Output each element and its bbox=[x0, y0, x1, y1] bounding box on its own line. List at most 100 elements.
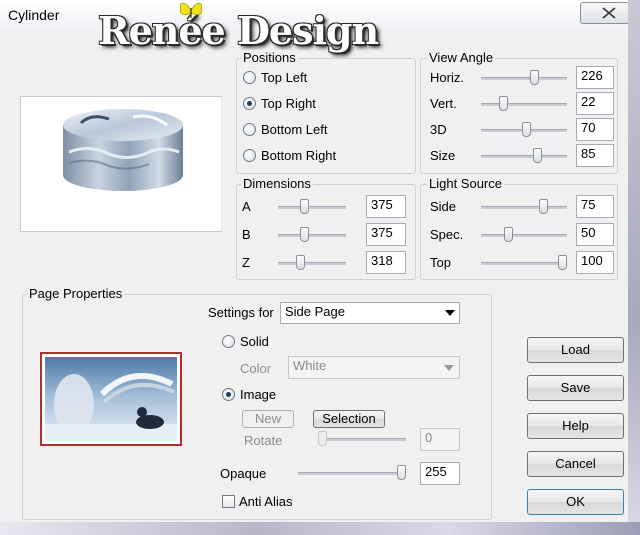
view_angle-vert-label: Vert. bbox=[430, 96, 457, 111]
settings-for-value: Side Page bbox=[285, 304, 345, 319]
view_angle-horiz-field[interactable]: 226 bbox=[576, 66, 614, 89]
position-label-top-left: Top Left bbox=[261, 70, 308, 85]
opaque-slider-track[interactable] bbox=[298, 472, 406, 475]
cancel-button[interactable]: Cancel bbox=[527, 451, 624, 477]
background-strip-bottom bbox=[0, 522, 640, 535]
opaque-field[interactable]: 255 bbox=[420, 462, 460, 485]
view_angle-vert-value: 22 bbox=[581, 94, 596, 109]
dimensions-b-slider-track[interactable] bbox=[278, 234, 346, 237]
light_source-side-label: Side bbox=[430, 199, 457, 214]
light_source-top-slider-thumb[interactable] bbox=[558, 255, 567, 270]
view_angle-size-value: 85 bbox=[581, 146, 596, 161]
solid-label: Solid bbox=[240, 334, 269, 349]
light_source-spec-slider-track[interactable] bbox=[481, 234, 567, 237]
position-label-bottom-right: Bottom Right bbox=[261, 148, 337, 163]
view_angle-vert-slider-thumb[interactable] bbox=[499, 96, 508, 111]
light_source-side-slider-thumb[interactable] bbox=[539, 199, 548, 214]
light_source-side-field[interactable]: 75 bbox=[576, 195, 614, 218]
light_source-side-slider-track[interactable] bbox=[481, 206, 567, 209]
help-button[interactable]: Help bbox=[527, 413, 624, 439]
view_angle-horiz-label: Horiz. bbox=[430, 70, 464, 85]
window-title: Cylinder bbox=[8, 7, 60, 23]
light_source-top-field[interactable]: 100 bbox=[576, 251, 614, 274]
image-radio[interactable] bbox=[222, 388, 235, 401]
dimensions-a-field[interactable]: 375 bbox=[366, 195, 406, 218]
dimensions-z-field[interactable]: 318 bbox=[366, 251, 406, 274]
view_angle-size-slider-track[interactable] bbox=[481, 155, 567, 158]
view_angle-3d-value: 70 bbox=[581, 120, 596, 135]
image-label: Image bbox=[240, 387, 277, 402]
anti-alias-checkbox[interactable] bbox=[222, 495, 235, 508]
rotate-slider-track[interactable] bbox=[318, 438, 406, 441]
light_source-side-value: 75 bbox=[581, 197, 596, 212]
light_source-spec-value: 50 bbox=[581, 225, 596, 240]
chevron-down-icon[interactable] bbox=[444, 365, 454, 371]
cylinder-preview bbox=[20, 96, 222, 232]
page-thumbnail bbox=[40, 352, 182, 446]
view-angle-label: View Angle bbox=[427, 50, 496, 65]
view_angle-size-slider-thumb[interactable] bbox=[533, 148, 542, 163]
view_angle-3d-label: 3D bbox=[430, 122, 447, 137]
page-properties-label: Page Properties bbox=[27, 286, 125, 301]
selection-button-label: Selection bbox=[322, 411, 376, 426]
dimensions-a-slider-track[interactable] bbox=[278, 206, 346, 209]
dimensions-z-label: Z bbox=[242, 255, 250, 270]
anti-alias-label: Anti Alias bbox=[239, 494, 293, 509]
position-radio-bottom-right[interactable] bbox=[243, 149, 256, 162]
dimensions-b-label: B bbox=[242, 227, 251, 242]
dimensions-b-field[interactable]: 375 bbox=[366, 223, 406, 246]
view_angle-3d-slider-thumb[interactable] bbox=[522, 122, 531, 137]
help-button-label: Help bbox=[562, 418, 589, 433]
color-dropdown[interactable]: White bbox=[288, 356, 460, 379]
ok-button[interactable]: OK bbox=[527, 489, 624, 515]
chevron-down-icon[interactable] bbox=[445, 310, 455, 316]
position-label-bottom-left: Bottom Left bbox=[261, 122, 328, 137]
dimensions-b-slider-thumb[interactable] bbox=[300, 227, 309, 242]
opaque-value: 255 bbox=[425, 464, 447, 479]
background-strip bbox=[628, 0, 640, 535]
light_source-top-label: Top bbox=[430, 255, 451, 270]
position-radio-top-left[interactable] bbox=[243, 71, 256, 84]
light_source-spec-field[interactable]: 50 bbox=[576, 223, 614, 246]
view_angle-vert-field[interactable]: 22 bbox=[576, 92, 614, 115]
cancel-button-label: Cancel bbox=[555, 456, 596, 471]
view_angle-size-field[interactable]: 85 bbox=[576, 144, 614, 167]
dimensions-a-slider-thumb[interactable] bbox=[300, 199, 309, 214]
positions-label: Positions bbox=[241, 50, 298, 65]
ok-button-label: OK bbox=[566, 494, 585, 509]
save-button-label: Save bbox=[560, 380, 591, 395]
dimensions-z-slider-thumb[interactable] bbox=[296, 255, 305, 270]
light_source-top-slider-track[interactable] bbox=[481, 262, 567, 265]
position-radio-top-right[interactable] bbox=[243, 97, 256, 110]
light-source-label: Light Source bbox=[427, 176, 504, 191]
watermark-logo: Renée Design bbox=[98, 8, 379, 53]
new-button[interactable]: New bbox=[242, 410, 294, 428]
dimensions-z-slider-track[interactable] bbox=[278, 262, 346, 265]
rotate-slider-thumb[interactable] bbox=[318, 431, 327, 446]
dimensions-label: Dimensions bbox=[241, 176, 313, 191]
view_angle-3d-field[interactable]: 70 bbox=[576, 118, 614, 141]
rotate-label: Rotate bbox=[244, 433, 283, 448]
view_angle-horiz-slider-thumb[interactable] bbox=[530, 70, 539, 85]
opaque-slider-thumb[interactable] bbox=[397, 465, 406, 480]
rotate-field[interactable]: 0 bbox=[420, 428, 460, 451]
solid-radio[interactable] bbox=[222, 335, 235, 348]
view_angle-vert-slider-track[interactable] bbox=[481, 103, 567, 106]
selection-button[interactable]: Selection bbox=[313, 410, 385, 428]
dimensions-z-value: 318 bbox=[371, 253, 393, 268]
light_source-spec-label: Spec. bbox=[430, 227, 464, 242]
view_angle-horiz-value: 226 bbox=[581, 68, 603, 83]
save-button[interactable]: Save bbox=[527, 375, 624, 401]
dimensions-a-value: 375 bbox=[371, 197, 393, 212]
light_source-top-value: 100 bbox=[581, 253, 603, 268]
dimensions-b-value: 375 bbox=[371, 225, 393, 240]
light_source-spec-slider-thumb[interactable] bbox=[504, 227, 513, 242]
load-button-label: Load bbox=[561, 342, 590, 357]
position-label-top-right: Top Right bbox=[261, 96, 316, 111]
view_angle-horiz-slider-track[interactable] bbox=[481, 77, 567, 80]
position-radio-bottom-left[interactable] bbox=[243, 123, 256, 136]
load-button[interactable]: Load bbox=[527, 337, 624, 363]
view_angle-size-label: Size bbox=[430, 148, 456, 163]
settings-for-dropdown[interactable]: Side Page bbox=[280, 302, 460, 324]
rotate-value: 0 bbox=[425, 430, 433, 445]
